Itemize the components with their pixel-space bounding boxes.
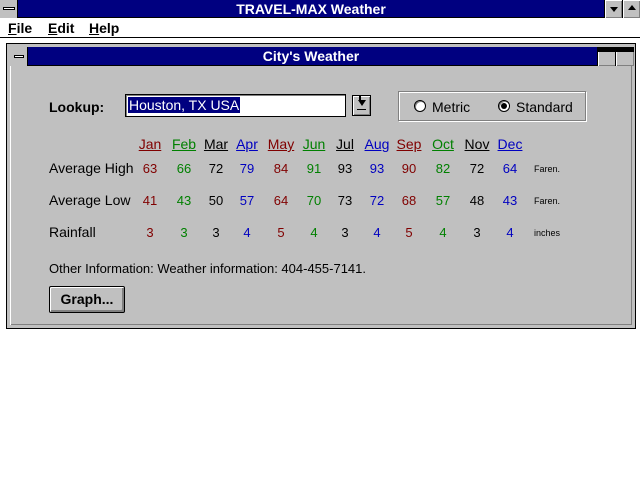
table-cell: 3 xyxy=(341,225,349,240)
table-cell: 50 xyxy=(208,193,224,208)
menu-edit[interactable]: Edit xyxy=(45,19,77,37)
city-weather-window: City's Weather Lookup: Houston, TX USA M… xyxy=(6,43,636,329)
child-system-menu-icon xyxy=(14,55,24,58)
table-cell: 48 xyxy=(469,193,485,208)
table-cell: 3 xyxy=(180,225,188,240)
table-cell: 57 xyxy=(435,193,451,208)
table-cell: 66 xyxy=(176,161,192,176)
table-cell: 4 xyxy=(506,225,514,240)
other-information: Other Information: Weather information: … xyxy=(49,261,366,276)
table-cell: 5 xyxy=(277,225,285,240)
table-cell: 93 xyxy=(337,161,353,176)
month-header-jan[interactable]: Jan xyxy=(134,136,166,152)
table-cell: 70 xyxy=(306,193,322,208)
child-minimize-arrow-icon xyxy=(598,47,616,52)
graph-button[interactable]: Graph... xyxy=(49,286,125,313)
table-cell: 4 xyxy=(243,225,251,240)
month-header-may[interactable]: May xyxy=(265,136,297,152)
child-maximize-button[interactable] xyxy=(615,47,634,66)
maximize-arrow-icon xyxy=(628,5,636,10)
month-header-jul[interactable]: Jul xyxy=(329,136,361,152)
menu-bar: File Edit Help xyxy=(0,18,640,38)
minimize-arrow-icon xyxy=(610,7,618,12)
table-cell: 72 xyxy=(369,193,385,208)
month-header-aug[interactable]: Aug xyxy=(361,136,393,152)
table-cell: 5 xyxy=(405,225,413,240)
system-menu-button[interactable] xyxy=(0,0,18,18)
maximize-button[interactable] xyxy=(622,0,640,18)
lookup-dropdown-button[interactable] xyxy=(352,95,371,116)
row-label-average-low: Average Low xyxy=(49,192,131,208)
metric-label[interactable]: Metric xyxy=(432,99,470,115)
month-header-feb[interactable]: Feb xyxy=(168,136,200,152)
month-header-mar[interactable]: Mar xyxy=(200,136,232,152)
table-cell: 43 xyxy=(176,193,192,208)
table-cell: 82 xyxy=(435,161,451,176)
month-header-nov[interactable]: Nov xyxy=(461,136,493,152)
table-cell: 64 xyxy=(502,161,518,176)
table-cell: 3 xyxy=(146,225,154,240)
month-header-sep[interactable]: Sep xyxy=(393,136,425,152)
lookup-combobox-input[interactable]: Houston, TX USA xyxy=(125,94,346,117)
menu-file[interactable]: File xyxy=(5,19,35,37)
unit-average-low: Faren. xyxy=(534,196,561,206)
table-cell: 90 xyxy=(401,161,417,176)
table-cell: 4 xyxy=(373,225,381,240)
row-label-rainfall: Rainfall xyxy=(49,224,96,240)
app-title-bar: TRAVEL-MAX Weather xyxy=(0,0,640,18)
child-minimize-button[interactable] xyxy=(597,47,616,66)
table-cell: 79 xyxy=(239,161,255,176)
lookup-label: Lookup: xyxy=(49,99,105,115)
month-header-oct[interactable]: Oct xyxy=(427,136,459,152)
month-header-jun[interactable]: Jun xyxy=(298,136,330,152)
units-group: Metric Standard xyxy=(398,91,586,121)
system-menu-icon xyxy=(3,7,15,10)
table-cell: 93 xyxy=(369,161,385,176)
table-cell: 91 xyxy=(306,161,322,176)
standard-radio[interactable] xyxy=(498,100,510,112)
lookup-value: Houston, TX USA xyxy=(128,97,241,113)
table-cell: 72 xyxy=(208,161,224,176)
table-cell: 64 xyxy=(273,193,289,208)
table-cell: 73 xyxy=(337,193,353,208)
table-cell: 68 xyxy=(401,193,417,208)
table-cell: 43 xyxy=(502,193,518,208)
table-cell: 3 xyxy=(473,225,481,240)
unit-rainfall: inches xyxy=(534,228,561,238)
table-cell: 41 xyxy=(142,193,158,208)
table-cell: 63 xyxy=(142,161,158,176)
metric-radio[interactable] xyxy=(414,100,426,112)
child-maximize-arrow-icon xyxy=(616,47,634,52)
table-cell: 3 xyxy=(212,225,220,240)
month-header-dec[interactable]: Dec xyxy=(494,136,526,152)
dropdown-arrow-icon xyxy=(358,96,366,106)
table-cell: 84 xyxy=(273,161,289,176)
standard-label[interactable]: Standard xyxy=(516,99,573,115)
table-cell: 72 xyxy=(469,161,485,176)
table-cell: 4 xyxy=(310,225,318,240)
unit-average-high: Faren. xyxy=(534,164,561,174)
child-title-bar: City's Weather xyxy=(10,47,634,66)
child-system-menu-button[interactable] xyxy=(10,47,28,66)
table-cell: 4 xyxy=(439,225,447,240)
menu-help[interactable]: Help xyxy=(86,19,122,37)
app-title: TRAVEL-MAX Weather xyxy=(236,1,386,17)
minimize-button[interactable] xyxy=(604,0,622,18)
month-header-apr[interactable]: Apr xyxy=(231,136,263,152)
child-window-title: City's Weather xyxy=(262,48,360,64)
table-cell: 57 xyxy=(239,193,255,208)
row-label-average-high: Average High xyxy=(49,160,134,176)
